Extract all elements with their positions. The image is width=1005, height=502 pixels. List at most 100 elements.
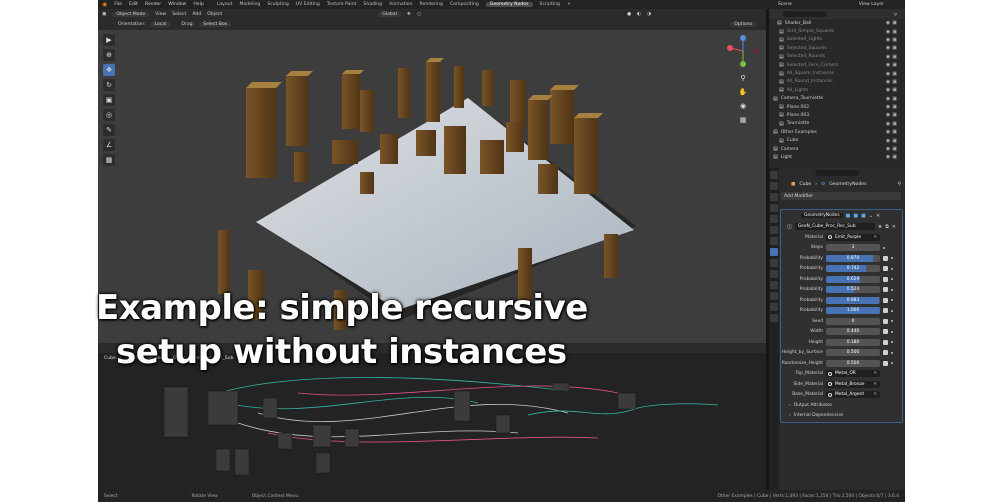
outliner-item[interactable]: ▤ All_Lights ◉▣: [769, 86, 905, 94]
attribute-toggle-icon[interactable]: [883, 339, 888, 345]
visibility-eye-icon[interactable]: ◉▣: [886, 121, 899, 127]
material-field[interactable]: Emit_Purple ✕: [826, 233, 880, 241]
outliner-item[interactable]: ▤ Grid_Simple_Squares ◉▣: [769, 27, 905, 35]
outliner-item[interactable]: ▤ Plane.003 ◉▣: [769, 111, 905, 119]
keyframe-dot-icon[interactable]: [891, 341, 893, 344]
world-tab-icon[interactable]: [770, 226, 778, 234]
visibility-eye-icon[interactable]: ◉▣: [886, 129, 899, 135]
filter-icon[interactable]: ▿: [894, 11, 897, 18]
tab-animation[interactable]: Animation: [389, 2, 412, 7]
visibility-eye-icon[interactable]: ◉▣: [886, 54, 899, 60]
rotate-tool-icon[interactable]: ↻: [103, 79, 115, 91]
physics-tab-icon[interactable]: [770, 270, 778, 278]
tool-tab-icon[interactable]: [770, 171, 778, 179]
visibility-eye-icon[interactable]: ◉▣: [886, 71, 899, 77]
proportional-edit-icon[interactable]: ○: [417, 12, 421, 17]
outliner-item[interactable]: ▤ Tourniette ◉▣: [769, 120, 905, 128]
visibility-eye-icon[interactable]: ◉▣: [886, 87, 899, 93]
keyframe-dot-icon[interactable]: [891, 351, 893, 354]
show-viewport-icon[interactable]: ■: [853, 213, 858, 219]
select-box-tool-icon[interactable]: ▶: [103, 34, 115, 46]
visibility-eye-icon[interactable]: ◉▣: [886, 29, 899, 35]
particles-tab-icon[interactable]: [770, 259, 778, 267]
attribute-toggle-icon[interactable]: [883, 329, 888, 335]
output-attributes-subpanel[interactable]: › Output Attributes: [781, 400, 902, 410]
scale-tool-icon[interactable]: ▣: [103, 94, 115, 106]
parameter-field[interactable]: 0.180: [826, 338, 880, 346]
modifier-name-field[interactable]: GeometryNodes: [801, 213, 843, 218]
keyframe-dot-icon[interactable]: [891, 267, 893, 270]
material-slot-field[interactable]: Metal_Argent ✕: [826, 391, 880, 399]
clear-icon[interactable]: ✕: [873, 370, 877, 377]
properties-search-input[interactable]: [815, 170, 859, 176]
keyframe-dot-icon[interactable]: [891, 299, 893, 302]
visibility-eye-icon[interactable]: ◉▣: [886, 154, 899, 160]
transform-tool-icon[interactable]: ◎: [103, 109, 115, 121]
parameter-field[interactable]: 0: [826, 317, 880, 325]
drag-dropdown[interactable]: Select Box: [199, 22, 232, 27]
probability-slider[interactable]: 0.524: [826, 286, 880, 294]
menu-add[interactable]: Add: [192, 12, 201, 17]
outliner-item[interactable]: ▤ Selected_Rounds ◉▣: [769, 53, 905, 61]
outliner-item[interactable]: ▤ All_Round_Instances ◉▣: [769, 78, 905, 86]
attribute-toggle-icon[interactable]: [883, 266, 888, 272]
parameter-field[interactable]: 0.500: [826, 359, 880, 367]
internal-dependencies-subpanel[interactable]: › Internal Dependencies: [781, 410, 902, 420]
modifier-tab-icon[interactable]: [770, 248, 778, 256]
menu-object[interactable]: Object: [207, 12, 222, 17]
menu-view[interactable]: View: [155, 12, 166, 17]
attribute-toggle-icon[interactable]: [883, 360, 888, 366]
material-slot-field[interactable]: Metal_OR ✕: [826, 370, 880, 378]
outliner-item[interactable]: ▤ All_Square_Instances ◉▣: [769, 69, 905, 77]
tab-uv-editing[interactable]: UV Editing: [296, 2, 320, 7]
attribute-toggle-icon[interactable]: [883, 276, 888, 282]
measure-tool-icon[interactable]: ∠: [103, 139, 115, 151]
axis-gizmo-icon[interactable]: [726, 34, 760, 68]
clear-icon[interactable]: ✕: [873, 381, 877, 388]
node-bc-object[interactable]: Cube: [104, 356, 116, 361]
data-tab-icon[interactable]: [770, 292, 778, 300]
scene-selector[interactable]: Scene: [778, 2, 792, 7]
annotate-tool-icon[interactable]: ✎: [103, 124, 115, 136]
blender-logo-icon[interactable]: ◉: [102, 1, 107, 8]
clear-icon[interactable]: ✕: [873, 391, 877, 398]
outliner-item[interactable]: ▤ Plane.002 ◉▣: [769, 103, 905, 111]
outliner-item[interactable]: ▤ Camera_Tourniette ◉▣: [769, 95, 905, 103]
keyframe-dot-icon[interactable]: [891, 362, 893, 365]
probability-slider[interactable]: 0.742: [826, 265, 880, 273]
clear-icon[interactable]: ✕: [873, 234, 877, 241]
shading-material-icon[interactable]: ◐: [637, 12, 641, 17]
remove-modifier-icon[interactable]: ✕: [876, 213, 880, 219]
keyframe-dot-icon[interactable]: [891, 309, 893, 312]
visibility-eye-icon[interactable]: ◉▣: [886, 112, 899, 118]
show-editmode-icon[interactable]: ■: [846, 213, 851, 219]
attribute-toggle-icon[interactable]: [883, 287, 888, 293]
dropdown-chevron-icon[interactable]: ⌄: [869, 213, 873, 219]
visibility-eye-icon[interactable]: ◉▣: [886, 79, 899, 85]
keyframe-dot-icon[interactable]: [891, 257, 893, 260]
tab-compositing[interactable]: Compositing: [450, 2, 479, 7]
probability-slider[interactable]: 0.870: [826, 254, 880, 262]
menu-window[interactable]: Window: [168, 2, 186, 7]
move-tool-icon[interactable]: ✥: [103, 64, 115, 76]
keyframe-dot-icon[interactable]: [891, 330, 893, 333]
tab-scripting[interactable]: Scripting: [540, 2, 560, 7]
tab-texture-paint[interactable]: Texture Paint: [327, 2, 357, 7]
options-dropdown[interactable]: Options: [730, 22, 756, 27]
parameter-field[interactable]: 0.440: [826, 328, 880, 336]
unlink-icon[interactable]: ✕: [892, 224, 896, 230]
object-tab-icon[interactable]: [770, 237, 778, 245]
add-workspace-icon[interactable]: +: [567, 2, 571, 7]
menu-select[interactable]: Select: [172, 12, 186, 17]
outliner-item[interactable]: ▤ Light ◉▣: [769, 153, 905, 161]
tab-modeling[interactable]: Modeling: [239, 2, 260, 7]
add-modifier-button[interactable]: Add Modifier: [781, 192, 901, 200]
attribute-toggle-icon[interactable]: [883, 350, 888, 356]
view-layer-tab-icon[interactable]: [770, 204, 778, 212]
tab-sculpting[interactable]: Sculpting: [267, 2, 288, 7]
tab-shading[interactable]: Shading: [363, 2, 382, 7]
visibility-eye-icon[interactable]: ◉▣: [886, 45, 899, 51]
attribute-toggle-icon[interactable]: [883, 255, 888, 261]
snap-icon[interactable]: ❖: [407, 12, 411, 17]
editor-type-icon[interactable]: ▣: [102, 12, 106, 17]
